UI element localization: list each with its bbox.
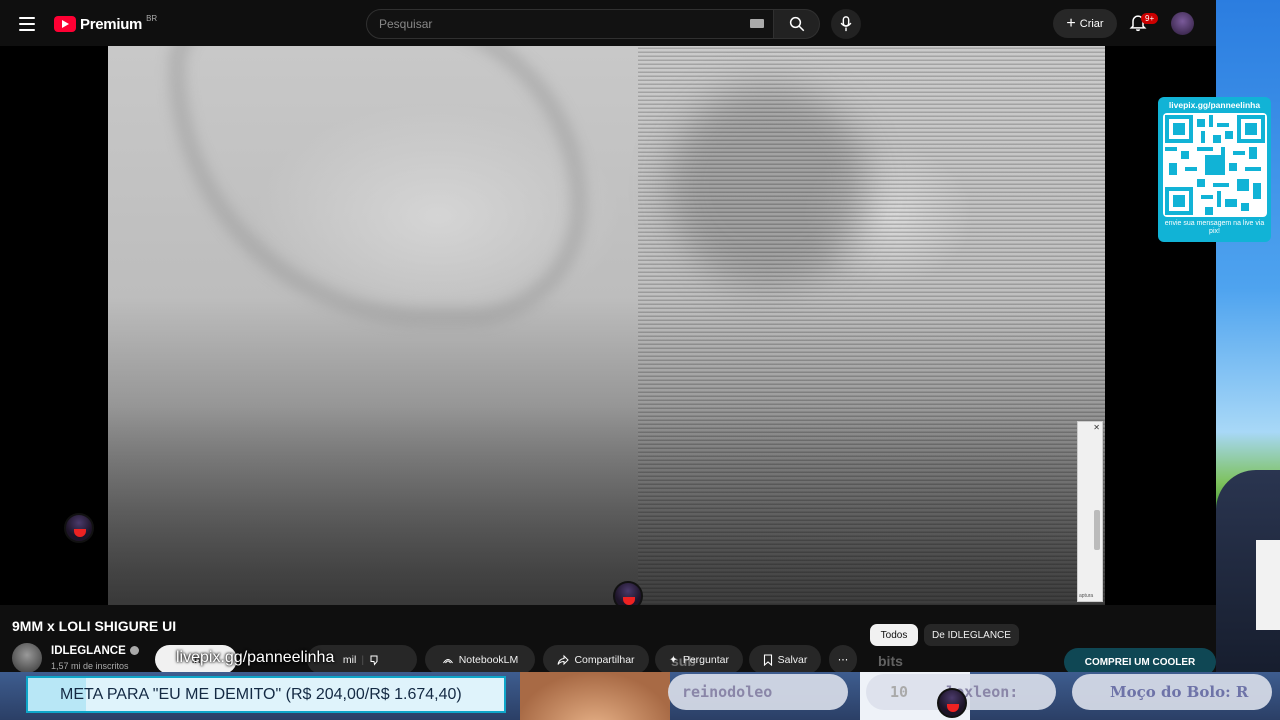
video-title: 9MM x LOLI SHIGURE UI [12,618,177,634]
ticker-name: reinodoleo [668,674,848,710]
qr-url: livepix.gg/panneelinha [1168,100,1261,110]
channel-name-text[interactable]: IDLEGLANCE [51,645,126,657]
search-button[interactable] [774,9,820,39]
livepix-qr-card: livepix.gg/panneelinha envie sua mensage… [1158,97,1271,242]
ticker-name-text: reinodoleo [682,683,773,701]
bookmark-icon [763,653,772,666]
scroll-thumb[interactable] [1094,510,1100,550]
notebook-icon [442,658,453,663]
screen: Premium BR + Criar 9+ ✕ ap [0,0,1280,720]
mini-panel-caption: aptura [1079,593,1094,599]
qr-code-icon [1164,115,1265,215]
save-button[interactable]: Salvar [749,645,821,674]
video-player[interactable] [108,46,1105,605]
like-count: mil [342,653,357,666]
voice-search-button[interactable] [831,9,861,39]
character-collar-art [1256,540,1280,630]
dislike-icon[interactable] [369,654,381,666]
overlay-livepix-url: livepix.gg/panneelinha [176,649,335,666]
notification-badge: 9+ [1141,13,1159,24]
qr-code [1162,113,1267,217]
account-avatar[interactable] [1171,12,1194,35]
donation-goal-bar: META PARA "EU ME DEMITO" (R$ 204,00/R$ 1… [26,676,506,713]
qr-hint: envie sua mensagem na live via pix! [1164,220,1265,235]
ticker-name: Moço do Bolo: R [1072,674,1272,710]
bits-number: 10 [890,683,909,701]
plus-icon: + [1066,14,1076,32]
penguin-sticker-icon [64,513,94,543]
verified-icon [129,646,139,656]
chip-channel[interactable]: De IDLEGLANCE [924,624,1019,646]
overlay-sub-label: sub [671,653,696,669]
logo-text: Premium [80,15,143,33]
youtube-logo[interactable]: Premium BR [54,14,157,34]
keyboard-icon[interactable] [750,19,764,28]
save-label: Salvar [777,653,808,666]
create-label: Criar [1079,17,1104,30]
more-icon: ⋯ [837,653,849,666]
notebooklm-button[interactable]: NotebookLM [425,645,535,674]
mic-icon [840,16,852,32]
overlay-bits-label: bits [878,653,903,669]
ticker-name-text: Moço do Bolo: R [1110,683,1249,701]
video-frame-floor [108,406,1105,605]
share-label: Compartilhar [574,653,635,666]
search-input[interactable] [366,9,775,39]
share-button[interactable]: Compartilhar [543,645,649,674]
search-icon [789,16,804,32]
create-button[interactable]: + Criar [1053,9,1117,38]
channel-avatar[interactable] [12,643,42,673]
menu-icon[interactable] [14,11,40,37]
chip-all[interactable]: Todos [870,624,918,646]
logo-region: BR [146,13,158,23]
search-bar [366,9,820,39]
notebook-label: NotebookLM [458,653,519,666]
penguin-sticker-icon [937,688,967,718]
character-art [520,672,670,720]
subscriber-count: 1,57 mi de inscritos [51,661,129,671]
divider: | [361,653,365,666]
goal-text: META PARA "EU ME DEMITO" (R$ 204,00/R$ 1… [60,685,462,703]
youtube-play-icon [54,16,76,32]
video-frame-shape [168,46,588,326]
capture-mini-panel[interactable]: ✕ aptura [1077,421,1103,602]
channel-name[interactable]: IDLEGLANCE [51,645,139,657]
masthead: Premium BR + Criar 9+ [0,0,1216,46]
ask-button[interactable]: ✦ Perguntar [655,645,743,674]
close-icon[interactable]: ✕ [1093,423,1100,432]
share-icon [557,654,570,665]
more-actions-button[interactable]: ⋯ [829,645,857,674]
